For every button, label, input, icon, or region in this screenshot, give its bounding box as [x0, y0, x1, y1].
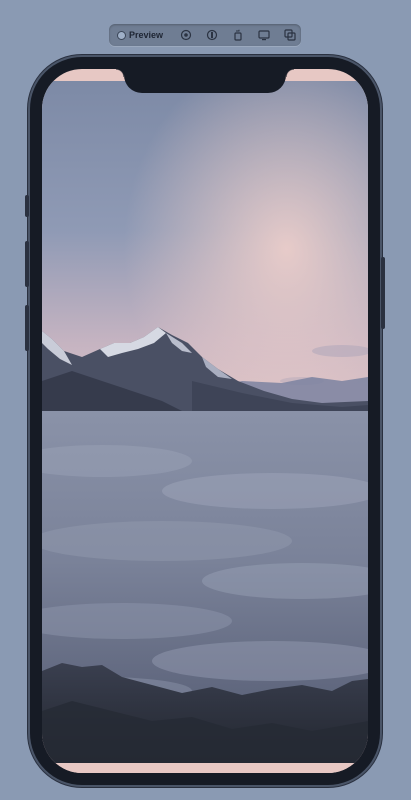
- preview-button[interactable]: Preview: [113, 27, 167, 43]
- wallpaper-image: [42, 81, 368, 763]
- preview-toolbar: Preview: [109, 24, 301, 46]
- silent-switch: [25, 195, 29, 217]
- preview-status-icon: [117, 30, 126, 40]
- live-preview-icon[interactable]: [179, 28, 193, 42]
- screen-bottom-edge: [42, 763, 368, 773]
- volume-up-button: [25, 241, 29, 287]
- duplicate-preview-icon[interactable]: [283, 28, 297, 42]
- power-button: [381, 257, 385, 329]
- notch: [116, 69, 294, 93]
- device-settings-icon[interactable]: [257, 28, 271, 42]
- inspect-icon[interactable]: [205, 28, 219, 42]
- preview-label: Preview: [129, 30, 164, 40]
- volume-down-button: [25, 305, 29, 351]
- device-screen: [42, 69, 368, 773]
- rotate-icon[interactable]: [231, 28, 245, 42]
- iphone-device-frame: [25, 57, 385, 785]
